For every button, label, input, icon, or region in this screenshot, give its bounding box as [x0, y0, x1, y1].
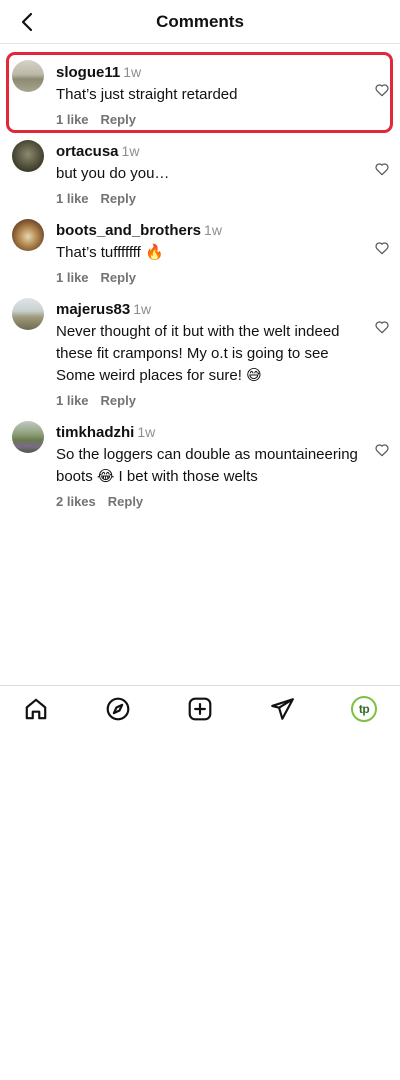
- comment-time: 1w: [137, 424, 156, 440]
- comment-time: 1w: [133, 301, 152, 317]
- comment-body: boots_and_brothers 1w That’s tufffffff 🔥 …: [56, 219, 360, 285]
- header-bar: Comments: [0, 0, 400, 44]
- comment-username[interactable]: ortacusa: [56, 143, 119, 160]
- comment-time: 1w: [123, 64, 142, 80]
- reply-button[interactable]: Reply: [101, 191, 136, 206]
- page-title: Comments: [156, 12, 244, 31]
- comment-text: So the loggers can double as mountaineer…: [56, 446, 358, 485]
- reply-button[interactable]: Reply: [101, 393, 136, 408]
- comment-body: slogue11 1w That’s just straight retarded…: [56, 61, 360, 127]
- comment-item: slogue11 1w That’s just straight retarded…: [0, 50, 400, 130]
- avatar[interactable]: [12, 60, 44, 92]
- comment-body: majerus83 1w Never thought of it but with…: [56, 298, 360, 408]
- heart-icon[interactable]: [374, 442, 390, 458]
- profile-avatar[interactable]: tp: [351, 696, 377, 722]
- like-count[interactable]: 1 like: [56, 191, 89, 206]
- avatar[interactable]: [12, 219, 44, 251]
- reply-button[interactable]: Reply: [108, 494, 143, 509]
- comment-text: Never thought of it but with the welt in…: [56, 323, 340, 384]
- explore-icon[interactable]: [105, 696, 131, 722]
- home-icon[interactable]: [23, 696, 49, 722]
- heart-icon[interactable]: [374, 319, 390, 335]
- reply-button[interactable]: Reply: [101, 112, 136, 127]
- comment-body: timkhadzhi 1w So the loggers can double a…: [56, 421, 360, 509]
- like-count[interactable]: 1 like: [56, 393, 89, 408]
- comment-item: timkhadzhi 1w So the loggers can double a…: [0, 411, 400, 533]
- profile-initials: tp: [358, 702, 370, 716]
- new-post-icon[interactable]: [187, 696, 213, 722]
- direct-message-icon[interactable]: [269, 696, 295, 722]
- reply-button[interactable]: Reply: [101, 270, 136, 285]
- avatar[interactable]: [12, 421, 44, 453]
- comment-username[interactable]: majerus83: [56, 301, 130, 318]
- comment-item: boots_and_brothers 1w That’s tufffffff 🔥 …: [0, 209, 400, 288]
- bottom-nav: tp: [0, 685, 400, 731]
- heart-icon[interactable]: [374, 82, 390, 98]
- comment-text: That’s tufffffff 🔥: [56, 244, 164, 261]
- heart-icon[interactable]: [374, 161, 390, 177]
- comment-text: That’s just straight retarded: [56, 86, 238, 103]
- heart-icon[interactable]: [374, 240, 390, 256]
- comment-item: ortacusa 1w but you do you… 1 like Reply: [0, 130, 400, 209]
- comment-time: 1w: [204, 222, 222, 238]
- comment-body: ortacusa 1w but you do you… 1 like Reply: [56, 140, 360, 206]
- comment-username[interactable]: slogue11: [56, 64, 120, 81]
- like-count[interactable]: 1 like: [56, 112, 89, 127]
- comment-username[interactable]: timkhadzhi: [56, 424, 134, 441]
- avatar[interactable]: [12, 140, 44, 172]
- comment-username[interactable]: boots_and_brothers: [56, 222, 201, 239]
- avatar[interactable]: [12, 298, 44, 330]
- comment-text: but you do you…: [56, 165, 170, 182]
- like-count[interactable]: 2 likes: [56, 494, 96, 509]
- comment-time: 1w: [121, 143, 140, 159]
- comment-item: majerus83 1w Never thought of it but with…: [0, 288, 400, 411]
- like-count[interactable]: 1 like: [56, 270, 89, 285]
